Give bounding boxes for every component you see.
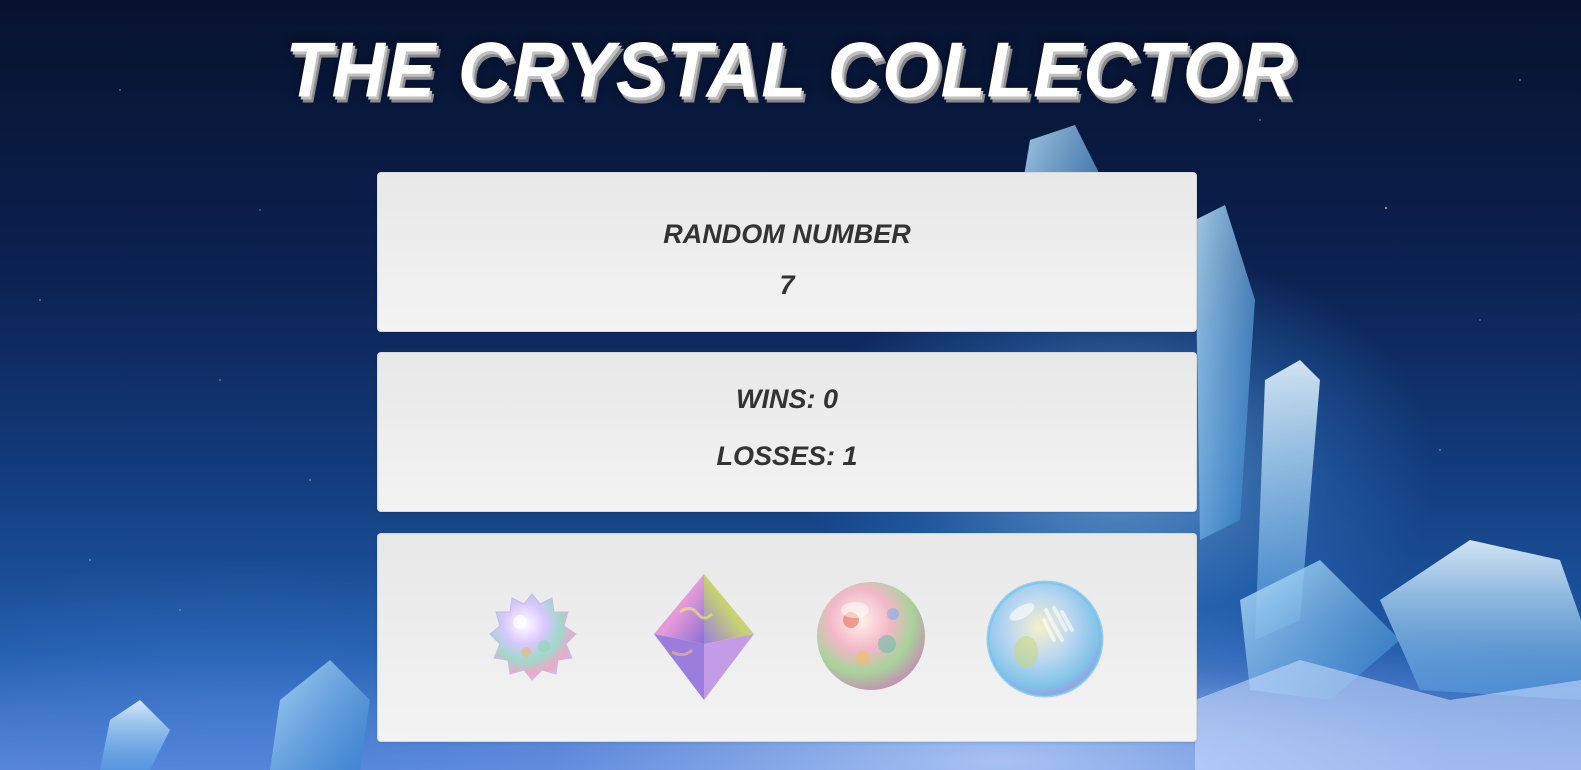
crystal-1-button[interactable] [486, 590, 578, 682]
random-number-value: 7 [779, 270, 795, 300]
wins-label: WINS: [735, 384, 816, 414]
spiky-crystal-ball-icon [489, 593, 577, 681]
crystals-panel [377, 533, 1197, 742]
game-title: THE CRYSTAL COLLECTOR [285, 25, 1296, 114]
losses-label: LOSSES: [716, 441, 835, 471]
score-panel: WINS: 0 LOSSES: 1 [377, 352, 1197, 512]
random-number-label: RANDOM NUMBER [663, 219, 911, 249]
octahedron-crystal-icon [654, 574, 754, 700]
opal-sphere-icon [817, 582, 925, 690]
crystal-4-button[interactable] [986, 580, 1104, 698]
wins-counter: WINS: 0 [378, 384, 1196, 415]
crystal-2-button[interactable] [650, 572, 758, 702]
crystal-3-button[interactable] [815, 580, 927, 692]
iridescent-bubble-sphere-icon [986, 580, 1104, 698]
random-number-panel: RANDOM NUMBER 7 [377, 172, 1197, 332]
wins-value: 0 [822, 384, 839, 414]
losses-counter: LOSSES: 1 [378, 441, 1196, 472]
losses-value: 1 [842, 441, 858, 471]
